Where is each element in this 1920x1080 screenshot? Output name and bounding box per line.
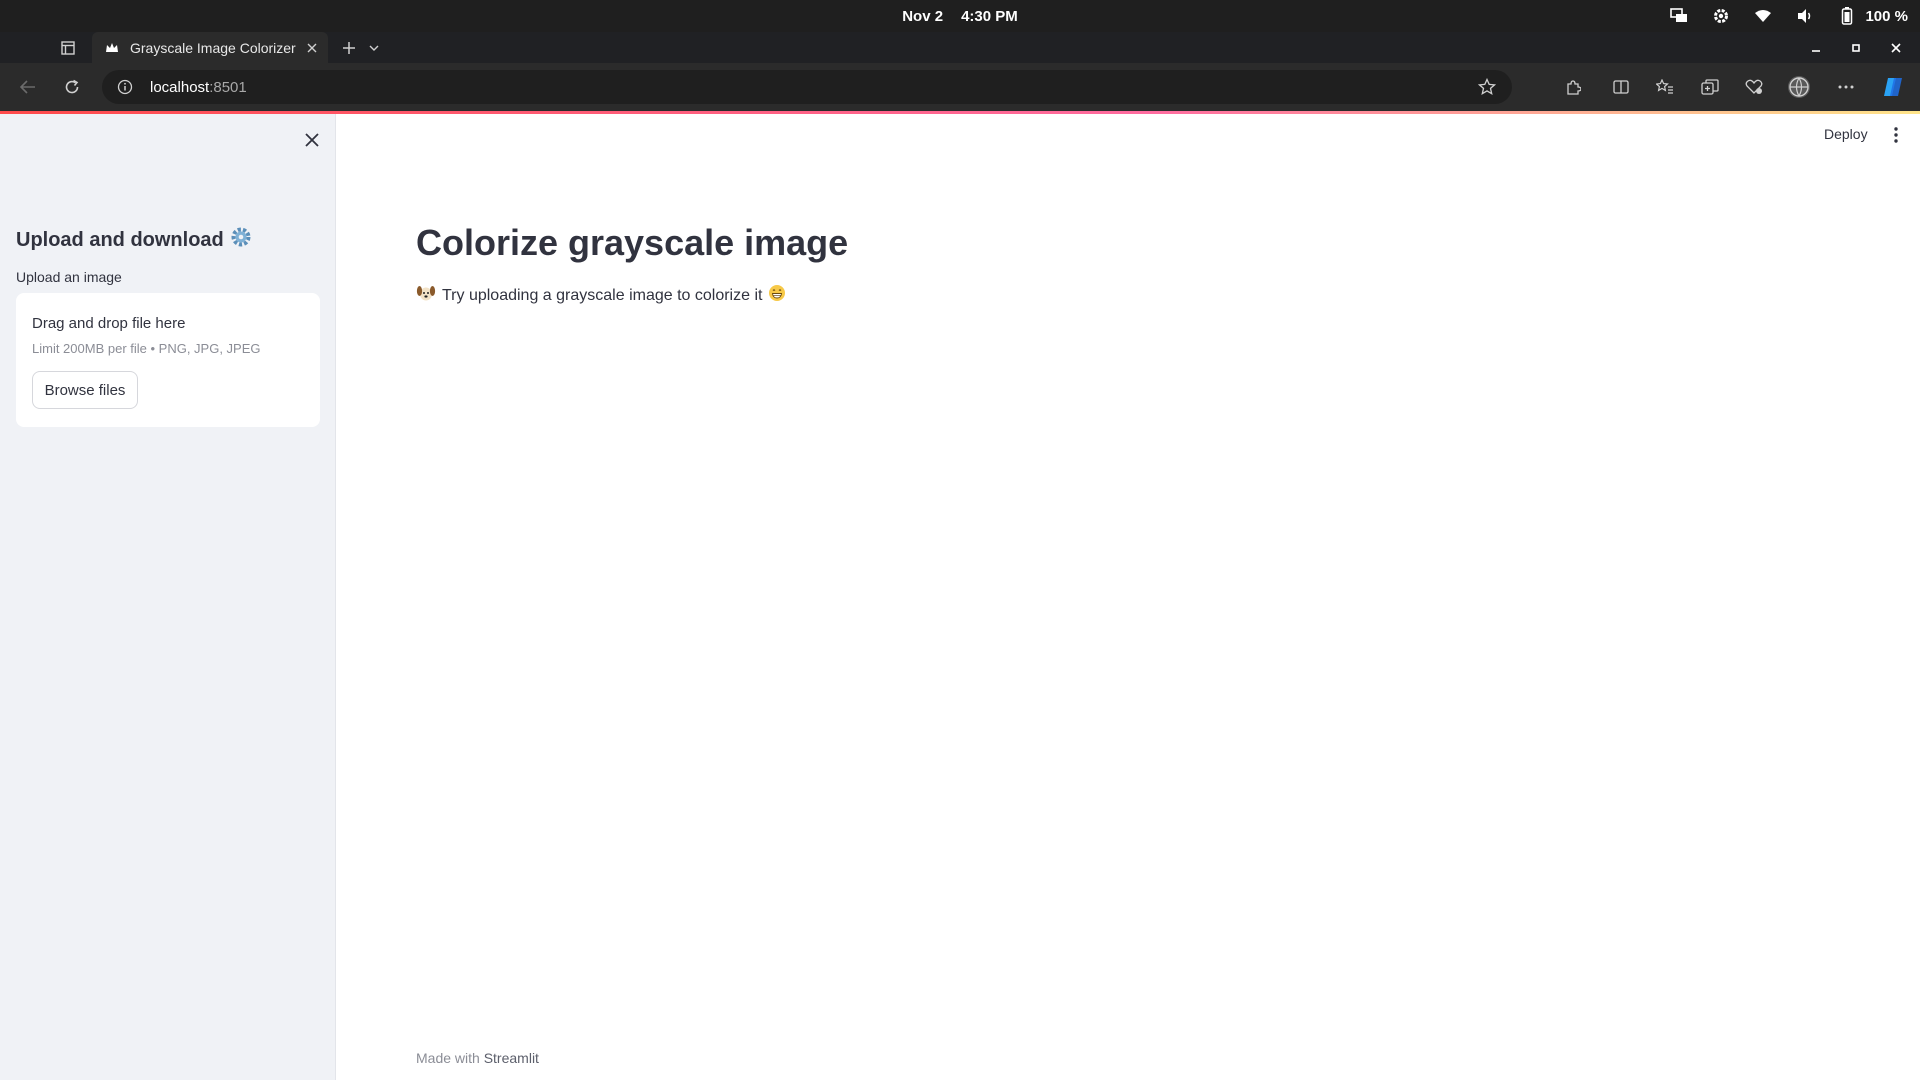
dropzone-instructions: Drag and drop file here: [32, 315, 186, 332]
extensions-puzzle-icon[interactable]: [1563, 77, 1583, 97]
sidebar-title: Upload and download: [16, 226, 252, 254]
sidebar: Upload and download Upload an image Drag…: [0, 114, 336, 1080]
more-menu-icon[interactable]: [1836, 77, 1856, 97]
deploy-button[interactable]: Deploy: [1824, 126, 1868, 142]
close-window-icon[interactable]: [1886, 38, 1906, 58]
url-text: localhost:8501: [150, 79, 247, 96]
browser-toolbar: localhost:8501: [0, 63, 1920, 111]
screen-share-icon[interactable]: [1669, 6, 1689, 26]
grinning-face-emoji-icon: [768, 284, 786, 307]
tab-title: Grayscale Image Colorizer: [130, 39, 296, 56]
address-bar[interactable]: localhost:8501: [102, 70, 1512, 104]
browse-files-button[interactable]: Browse files: [32, 371, 138, 409]
collections-icon[interactable]: [1700, 77, 1720, 97]
favorites-list-icon[interactable]: [1655, 77, 1675, 97]
tab-grayscale-image-colorizer[interactable]: Grayscale Image Colorizer: [92, 32, 328, 63]
profile-avatar-icon[interactable]: [1786, 75, 1812, 99]
description-text: Try uploading a grayscale image to color…: [442, 286, 763, 304]
back-arrow-icon[interactable]: [18, 77, 38, 97]
os-clock[interactable]: Nov 2 4:30 PM: [0, 0, 1920, 32]
settings-gear-icon[interactable]: [1711, 6, 1731, 26]
battery-percent: 100 %: [1865, 7, 1908, 25]
footer: Made with Streamlit: [416, 1050, 539, 1066]
sidebar-title-text: Upload and download: [16, 228, 224, 251]
tab-actions-icon[interactable]: [58, 38, 78, 58]
close-sidebar-icon[interactable]: [300, 128, 324, 152]
browser-tab-strip: Grayscale Image Colorizer: [0, 32, 1920, 63]
main-menu-kebab-icon[interactable]: [1888, 124, 1904, 146]
url-host: localhost: [150, 78, 210, 96]
dropzone-limits: Limit 200MB per file • PNG, JPG, JPEG: [32, 341, 261, 356]
battery-icon[interactable]: [1837, 6, 1857, 26]
page-title: Colorize grayscale image: [416, 222, 849, 263]
browser-essentials-icon[interactable]: [1744, 77, 1764, 97]
minimize-window-icon[interactable]: [1806, 38, 1826, 58]
tab-list-chevron-icon[interactable]: [364, 37, 384, 59]
streamlit-crown-icon: [104, 40, 120, 56]
footer-made-with: Made with: [416, 1050, 480, 1066]
gear-emoji-icon: [230, 226, 252, 254]
maximize-window-icon[interactable]: [1846, 38, 1866, 58]
favorite-star-icon[interactable]: [1477, 77, 1497, 101]
split-screen-icon[interactable]: [1611, 77, 1631, 97]
volume-icon[interactable]: [1795, 6, 1815, 26]
wifi-icon[interactable]: [1753, 6, 1773, 26]
close-tab-icon[interactable]: [302, 38, 322, 58]
system-tray: 100 %: [1669, 0, 1908, 32]
os-date: Nov 2: [902, 7, 944, 25]
file-dropzone[interactable]: Drag and drop file here Limit 200MB per …: [16, 293, 320, 427]
url-port: :8501: [209, 78, 247, 96]
site-info-icon[interactable]: [116, 78, 134, 96]
uploader-label: Upload an image: [16, 269, 122, 285]
page-description: Try uploading a grayscale image to color…: [416, 284, 786, 307]
reload-icon[interactable]: [62, 77, 82, 97]
dog-face-emoji-icon: [416, 284, 436, 307]
footer-streamlit-link[interactable]: Streamlit: [484, 1050, 539, 1066]
new-tab-icon[interactable]: [338, 37, 360, 59]
os-time: 4:30 PM: [961, 7, 1018, 25]
copilot-icon[interactable]: [1880, 75, 1906, 99]
os-top-bar: Nov 2 4:30 PM 100 %: [0, 0, 1920, 32]
